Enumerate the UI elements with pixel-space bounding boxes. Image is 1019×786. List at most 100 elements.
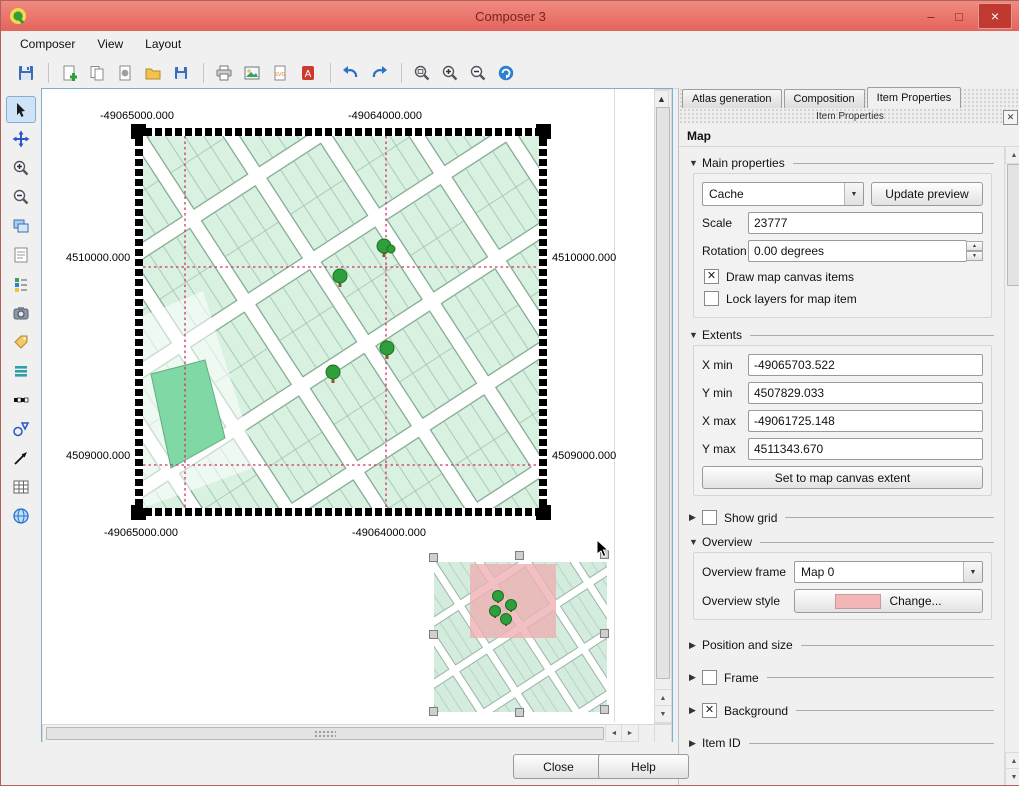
tab-atlas-generation[interactable]: Atlas generation <box>682 89 782 108</box>
resize-handle[interactable] <box>429 553 438 562</box>
redo-button[interactable] <box>366 60 392 86</box>
vscroll-thumb[interactable] <box>656 107 670 679</box>
canvas-vscrollbar[interactable]: ▲ ▲ ▼ <box>654 89 672 724</box>
preview-mode-combo[interactable]: Cache <box>702 182 864 206</box>
collapse-arrow-icon[interactable] <box>689 537 702 547</box>
item-id-header[interactable]: Item ID <box>689 736 994 750</box>
resize-handle[interactable] <box>600 629 609 638</box>
map-item[interactable] <box>135 128 547 516</box>
undo-button[interactable] <box>338 60 364 86</box>
collapse-arrow-icon[interactable] <box>689 672 702 683</box>
resize-handle[interactable] <box>600 705 609 714</box>
export-as-pdf-button[interactable]: A <box>295 60 321 86</box>
minimize-button[interactable]: – <box>917 5 945 27</box>
show-grid-header[interactable]: Show grid <box>689 510 994 525</box>
zoom-out-button[interactable] <box>465 60 491 86</box>
add-label-tag-tool[interactable] <box>6 328 36 355</box>
export-as-svg-button[interactable]: SVG <box>267 60 293 86</box>
duplicate-composition-button[interactable] <box>84 60 110 86</box>
collapse-arrow-icon[interactable] <box>689 158 702 168</box>
menu-view[interactable]: View <box>86 33 134 55</box>
help-button[interactable]: Help <box>598 754 689 779</box>
resize-handle[interactable] <box>600 550 609 559</box>
spin-up-icon[interactable] <box>966 241 983 251</box>
add-legend-tool[interactable] <box>6 270 36 297</box>
move-item-content-tool[interactable] <box>6 125 36 152</box>
add-html-frame-tool[interactable] <box>6 502 36 529</box>
rotation-input[interactable] <box>748 240 967 262</box>
rotation-spinner[interactable] <box>966 241 983 261</box>
save-project-button[interactable] <box>13 60 39 86</box>
canvas-hscrollbar[interactable]: ◄ ► <box>42 724 656 743</box>
scroll-right-button[interactable]: ► <box>621 724 639 742</box>
collapse-arrow-icon[interactable] <box>689 738 702 749</box>
zoom-full-button[interactable] <box>409 60 435 86</box>
scroll-down-button[interactable]: ▼ <box>654 705 672 723</box>
draw-map-canvas-items-checkbox[interactable] <box>704 269 719 284</box>
refresh-view-button[interactable] <box>493 60 519 86</box>
scroll-up-button[interactable]: ▲ <box>654 90 669 108</box>
add-basic-shape-tool[interactable] <box>6 415 36 442</box>
add-new-map-tool[interactable] <box>6 212 36 239</box>
resize-handle[interactable] <box>429 630 438 639</box>
background-checkbox[interactable] <box>702 703 717 718</box>
resize-handle[interactable] <box>429 707 438 716</box>
resize-handle[interactable] <box>515 551 524 560</box>
main-properties-header[interactable]: Main properties <box>689 156 994 170</box>
composer-canvas[interactable]: -49065000.000 -49064000.000 -49065000.00… <box>41 88 673 744</box>
load-from-template-button[interactable] <box>140 60 166 86</box>
menu-composer[interactable]: Composer <box>9 33 86 55</box>
frame-header[interactable]: Frame <box>689 670 994 685</box>
add-image-tool[interactable] <box>6 299 36 326</box>
add-new-label-tool[interactable] <box>6 241 36 268</box>
spin-down-icon[interactable] <box>966 251 983 261</box>
xmax-input[interactable] <box>748 410 983 432</box>
close-button[interactable]: Close <box>513 754 604 779</box>
save-as-template-button[interactable] <box>168 60 194 86</box>
panel-scroll-thumb[interactable] <box>1007 164 1019 286</box>
overview-header[interactable]: Overview <box>689 535 994 549</box>
export-as-image-button[interactable] <box>239 60 265 86</box>
ymin-input[interactable] <box>748 382 983 404</box>
ymax-input[interactable] <box>748 438 983 460</box>
frame-checkbox[interactable] <box>702 670 717 685</box>
show-grid-checkbox[interactable] <box>702 510 717 525</box>
background-header[interactable]: Background <box>689 703 994 718</box>
dock-titlebar[interactable]: Item Properties ✕ <box>679 108 1019 126</box>
print-button[interactable] <box>211 60 237 86</box>
dock-close-icon[interactable]: ✕ <box>1003 110 1018 125</box>
resize-handle[interactable] <box>515 708 524 717</box>
zoom-in-button[interactable] <box>437 60 463 86</box>
add-attribute-table-tool[interactable] <box>6 473 36 500</box>
extents-header[interactable]: Extents <box>689 328 994 342</box>
close-window-button[interactable]: × <box>978 3 1012 29</box>
lock-layers-checkbox[interactable] <box>704 291 719 306</box>
scroll-down-button[interactable]: ▼ <box>1005 768 1019 786</box>
overview-frame-combo[interactable]: Map 0 <box>794 561 983 583</box>
composition-manager-button[interactable] <box>112 60 138 86</box>
tab-composition[interactable]: Composition <box>784 89 865 108</box>
tab-item-properties[interactable]: Item Properties <box>867 87 962 108</box>
collapse-arrow-icon[interactable] <box>689 330 702 340</box>
xmin-input[interactable] <box>748 354 983 376</box>
collapse-arrow-icon[interactable] <box>689 640 702 651</box>
titlebar[interactable]: Composer 3 – □ × <box>1 1 1019 31</box>
position-and-size-header[interactable]: Position and size <box>689 638 994 652</box>
scale-input[interactable] <box>748 212 983 234</box>
overview-map-item[interactable] <box>434 562 607 712</box>
set-to-map-canvas-extent-button[interactable]: Set to map canvas extent <box>702 466 983 489</box>
menu-layout[interactable]: Layout <box>134 33 192 55</box>
zoom-out-tool[interactable] <box>6 183 36 210</box>
add-table-list-tool[interactable] <box>6 357 36 384</box>
select-move-item-tool[interactable] <box>6 96 36 123</box>
collapse-arrow-icon[interactable] <box>689 705 702 716</box>
update-preview-button[interactable]: Update preview <box>871 182 983 206</box>
overview-style-change-button[interactable]: Change... <box>794 589 983 613</box>
new-composition-button[interactable] <box>56 60 82 86</box>
add-scalebar-tool[interactable] <box>6 386 36 413</box>
zoom-in-tool[interactable] <box>6 154 36 181</box>
collapse-arrow-icon[interactable] <box>689 512 702 523</box>
scroll-up-button[interactable]: ▲ <box>1005 146 1019 164</box>
add-arrow-tool[interactable] <box>6 444 36 471</box>
maximize-button[interactable]: □ <box>945 5 973 27</box>
